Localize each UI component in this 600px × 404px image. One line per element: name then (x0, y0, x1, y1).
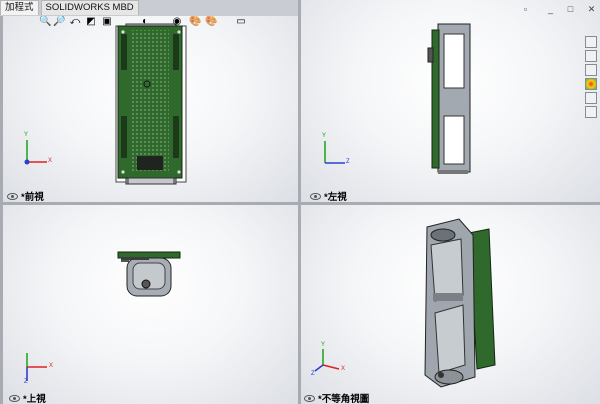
tab-solidworks-mbd[interactable]: SOLIDWORKS MBD (40, 0, 139, 15)
view-label-left: *左視 (310, 189, 347, 202)
appearances-icon[interactable] (585, 78, 597, 90)
model-left-view (427, 23, 471, 174)
view-label-top: *上視 (9, 391, 46, 404)
axis-x-label: X (48, 158, 53, 164)
tab-add-ins[interactable]: 加程式 (0, 0, 39, 15)
maximize-icon[interactable]: □ (566, 5, 575, 14)
previous-view-icon[interactable]: ⤺ (69, 16, 81, 28)
model-front-view (115, 23, 187, 185)
edit-appearance-icon[interactable]: 🎨 (189, 16, 201, 28)
axis-x-label: X (341, 366, 346, 372)
file-explorer-icon[interactable] (585, 64, 597, 76)
axis-y-label: Y (24, 132, 29, 138)
viewport-left[interactable]: ▫ _ □ ✕ Y Z *左視 (301, 0, 600, 202)
custom-properties-icon[interactable] (585, 92, 597, 104)
apply-scene-icon[interactable]: 🎨 (205, 16, 217, 28)
view-name: *前視 (21, 192, 44, 202)
reference-triad (314, 349, 340, 372)
viewport-top[interactable]: X Z *上視 (3, 205, 298, 404)
command-manager-tabs: 加程式 SOLIDWORKS MBD (0, 0, 141, 16)
axis-y-label: Y (321, 342, 326, 348)
hide-show-icon[interactable]: ◉ (171, 16, 183, 28)
visibility-eye-icon (310, 192, 321, 200)
visibility-eye-icon (304, 394, 315, 402)
model-isometric-view (424, 218, 496, 388)
reference-triad (324, 141, 345, 164)
solidworks-resources-icon[interactable] (585, 36, 597, 48)
view-name: *左視 (324, 192, 347, 202)
section-view-icon[interactable]: ◩ (85, 16, 97, 28)
view-name: *上視 (23, 394, 46, 404)
view-settings-icon[interactable]: ▭ (235, 16, 247, 28)
design-library-icon[interactable] (585, 50, 597, 62)
view-label-isometric: *不等角視圖 (304, 391, 369, 404)
view-name: *不等角視圖 (318, 394, 370, 404)
viewport-front[interactable]: 🔍 🔎 ⤺ ◩ ▣ ◐ ◉ 🎨 🎨 ▭ Y X *前視 (3, 16, 298, 202)
axis-z-label: Z (311, 371, 315, 377)
zoom-area-icon[interactable]: 🔎 (53, 16, 65, 28)
minimize-icon[interactable]: _ (546, 5, 555, 14)
zoom-fit-icon[interactable]: 🔍 (39, 16, 51, 28)
viewport-isometric[interactable]: Y X Z *不等角視圖 (301, 205, 600, 404)
close-icon[interactable]: ✕ (587, 5, 596, 14)
display-style-icon[interactable]: ◐ (139, 16, 151, 28)
heads-up-view-toolbar: 🔍 🔎 ⤺ ◩ ▣ ◐ ◉ 🎨 🎨 ▭ (39, 16, 269, 30)
axis-z-label: Z (24, 379, 28, 385)
restore-view-icon[interactable]: ▫ (521, 5, 530, 14)
view-label-front: *前視 (7, 189, 44, 202)
view-orientation-icon[interactable]: ▣ (101, 16, 113, 28)
axis-z-label: Z (346, 159, 350, 165)
visibility-eye-icon (7, 192, 18, 200)
reference-triad (24, 140, 47, 165)
visibility-eye-icon (9, 394, 20, 402)
forum-icon[interactable] (585, 106, 597, 118)
axis-y-label: Y (322, 133, 327, 139)
axis-x-label: X (49, 363, 54, 369)
